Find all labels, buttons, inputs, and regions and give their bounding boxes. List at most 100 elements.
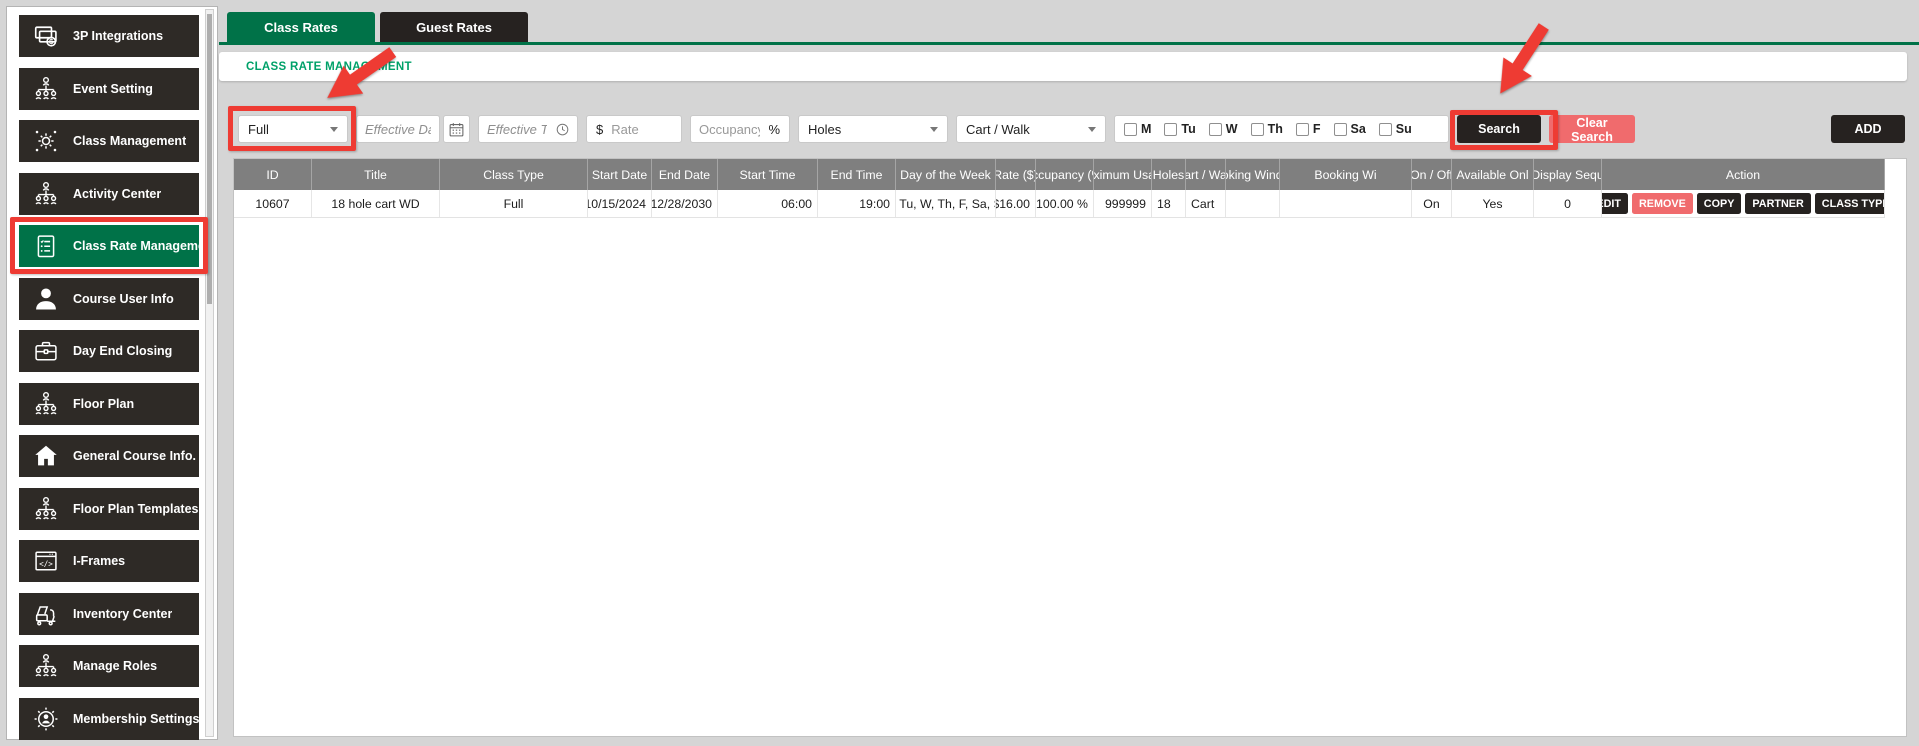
- class-type-select-value: Full: [248, 121, 269, 137]
- effective-time-input[interactable]: [479, 121, 555, 137]
- sidebar-item-manage-roles[interactable]: Manage Roles: [19, 645, 199, 687]
- occupancy-input[interactable]: [691, 121, 769, 137]
- column-header-start-time[interactable]: Start Time: [718, 159, 818, 190]
- edit-button[interactable]: EDIT: [1602, 193, 1628, 214]
- day-checkbox-group: M Tu W Th F Sa Su: [1114, 115, 1449, 143]
- table-row[interactable]: 10607 18 hole cart WD Full 10/15/2024 12/28/…: [234, 190, 1885, 218]
- briefcase-icon: [19, 337, 73, 365]
- occupancy-field: %: [690, 115, 790, 143]
- cell-end-time: 19:00: [818, 190, 896, 217]
- cell-display-sequ: 0: [1534, 190, 1602, 217]
- column-header-end-date[interactable]: End Date: [652, 159, 718, 190]
- occupancy-suffix: %: [768, 121, 780, 137]
- day-label-Tu: Tu: [1164, 122, 1196, 136]
- day-checkbox-Su[interactable]: [1378, 122, 1392, 136]
- column-header-display-sequ[interactable]: Display Sequ: [1534, 159, 1602, 190]
- column-header-maximum-usage[interactable]: Maximum Usage: [1094, 159, 1152, 190]
- sidebar-scrollbar[interactable]: [205, 9, 214, 737]
- cell-booking-window: [1226, 190, 1280, 217]
- sidebar-item-label: Class Rate Management: [73, 239, 199, 253]
- sidebar-item-inventory-center[interactable]: Inventory Center: [19, 592, 199, 635]
- day-checkbox-W[interactable]: [1208, 122, 1222, 136]
- sidebar-item-class-management[interactable]: Class Management: [19, 120, 199, 162]
- holes-select[interactable]: Holes: [798, 115, 948, 143]
- gear-person-icon: [19, 705, 73, 733]
- class-type-select[interactable]: Full: [238, 115, 348, 143]
- day-checkbox-Th[interactable]: [1250, 122, 1264, 136]
- column-header-holes[interactable]: Holes: [1152, 159, 1186, 190]
- tab-underline: [219, 42, 1919, 45]
- tab-guest-rates[interactable]: Guest Rates: [380, 12, 528, 42]
- search-button[interactable]: Search: [1457, 115, 1541, 143]
- sidebar-item-activity-center[interactable]: Activity Center: [19, 172, 199, 215]
- title-bar: CLASS RATE MANAGEMENT: [219, 52, 1907, 81]
- calendar-button[interactable]: [443, 115, 470, 143]
- cart-walk-select[interactable]: Cart / Walk: [956, 115, 1106, 143]
- column-header-rate[interactable]: Rate ($): [996, 159, 1036, 190]
- column-header-booking-wi[interactable]: Booking Wi: [1280, 159, 1412, 190]
- rate-field: $: [586, 115, 682, 143]
- day-checkbox-text: Su: [1395, 122, 1412, 136]
- day-checkbox-text: Th: [1267, 122, 1283, 136]
- sidebar-item-label: Floor Plan: [73, 396, 135, 411]
- clear-search-button[interactable]: Clear Search: [1549, 115, 1635, 144]
- cell-maximum-usage: 999999: [1094, 190, 1152, 217]
- sidebar-item-floor-plan[interactable]: Floor Plan: [19, 382, 199, 425]
- sidebar-item-day-end-closing[interactable]: Day End Closing: [19, 330, 199, 372]
- rate-input[interactable]: [603, 121, 681, 137]
- day-checkbox-Tu[interactable]: [1164, 122, 1178, 136]
- column-header-end-time[interactable]: End Time: [818, 159, 896, 190]
- column-header-class-type[interactable]: Class Type: [440, 159, 588, 190]
- day-checkbox-M[interactable]: [1124, 122, 1137, 136]
- column-header-title[interactable]: Title: [312, 159, 440, 190]
- cell-class-type: Full: [440, 190, 588, 217]
- page-title: CLASS RATE MANAGEMENT: [246, 60, 412, 73]
- sidebar-item-class-rate-management[interactable]: Class Rate Management: [19, 225, 199, 267]
- tab-class-rates[interactable]: Class Rates: [227, 12, 375, 42]
- day-label-W: W: [1208, 122, 1238, 136]
- remove-button[interactable]: REMOVE: [1632, 193, 1693, 214]
- copy-button[interactable]: COPY: [1696, 193, 1742, 214]
- effective-date-field: [356, 115, 440, 143]
- sidebar-item-event-setting[interactable]: Event Setting: [19, 67, 199, 110]
- sidebar-item-label: Floor Plan Templates: [73, 501, 199, 516]
- column-header-start-date[interactable]: Start Date: [588, 159, 652, 190]
- sidebar-item-label: Activity Center: [73, 186, 162, 201]
- sidebar-scrollbar-thumb[interactable]: [207, 14, 212, 304]
- sidebar-item-label: Manage Roles: [73, 659, 158, 673]
- column-header-available-onl[interactable]: Available Onl: [1452, 159, 1534, 190]
- column-header-on-off[interactable]: On / Off: [1412, 159, 1452, 190]
- column-header-booking-window[interactable]: Booking Window: [1226, 159, 1280, 190]
- add-button[interactable]: ADD: [1831, 115, 1905, 143]
- cell-id: 10607: [234, 190, 312, 217]
- column-header-action[interactable]: Action: [1602, 159, 1885, 190]
- org-chart-icon: [19, 390, 73, 418]
- cell-end-date: 12/28/2030: [652, 190, 718, 217]
- code-window-icon: </>: [19, 547, 73, 575]
- filter-row: Full $ % Holes: [238, 115, 1905, 144]
- sidebar-item-label: Day End Closing: [73, 344, 173, 358]
- sidebar-item-i-frames[interactable]: </> I-Frames: [19, 540, 199, 582]
- effective-time-field: [478, 115, 578, 143]
- column-header-cart-walk[interactable]: Cart / Walk: [1186, 159, 1226, 190]
- effective-date-input[interactable]: [357, 121, 439, 137]
- day-checkbox-Sa[interactable]: [1333, 122, 1347, 136]
- day-checkbox-text: M: [1141, 122, 1152, 136]
- cell-on-off: On: [1412, 190, 1452, 217]
- class-type-button[interactable]: CLASS TYPE: [1814, 193, 1884, 214]
- column-header-occupancy[interactable]: Occupancy (%): [1036, 159, 1094, 190]
- day-label-Th: Th: [1250, 122, 1283, 136]
- sidebar-item-membership-settings[interactable]: Membership Settings: [19, 697, 199, 740]
- partner-button[interactable]: PARTNER: [1745, 193, 1811, 214]
- column-header-id[interactable]: ID: [234, 159, 312, 190]
- sidebar-item-general-course-info[interactable]: General Course Info.: [19, 435, 199, 477]
- day-label-F: F: [1295, 122, 1321, 136]
- column-header-day-of-the-week[interactable]: Day of the Week: [896, 159, 996, 190]
- sidebar-item-label: Course User Info: [73, 291, 174, 306]
- sidebar-item-3p-integrations[interactable]: $3P Integrations: [19, 15, 199, 57]
- cell-cart-walk: Cart: [1186, 190, 1226, 217]
- day-checkbox-F[interactable]: [1295, 122, 1309, 136]
- sidebar-item-floor-plan-templates[interactable]: Floor Plan Templates: [19, 487, 199, 530]
- table-header-row: ID Title Class Type Start Date End Date Start…: [234, 159, 1885, 190]
- sidebar-item-course-user-info[interactable]: Course User Info: [19, 277, 199, 320]
